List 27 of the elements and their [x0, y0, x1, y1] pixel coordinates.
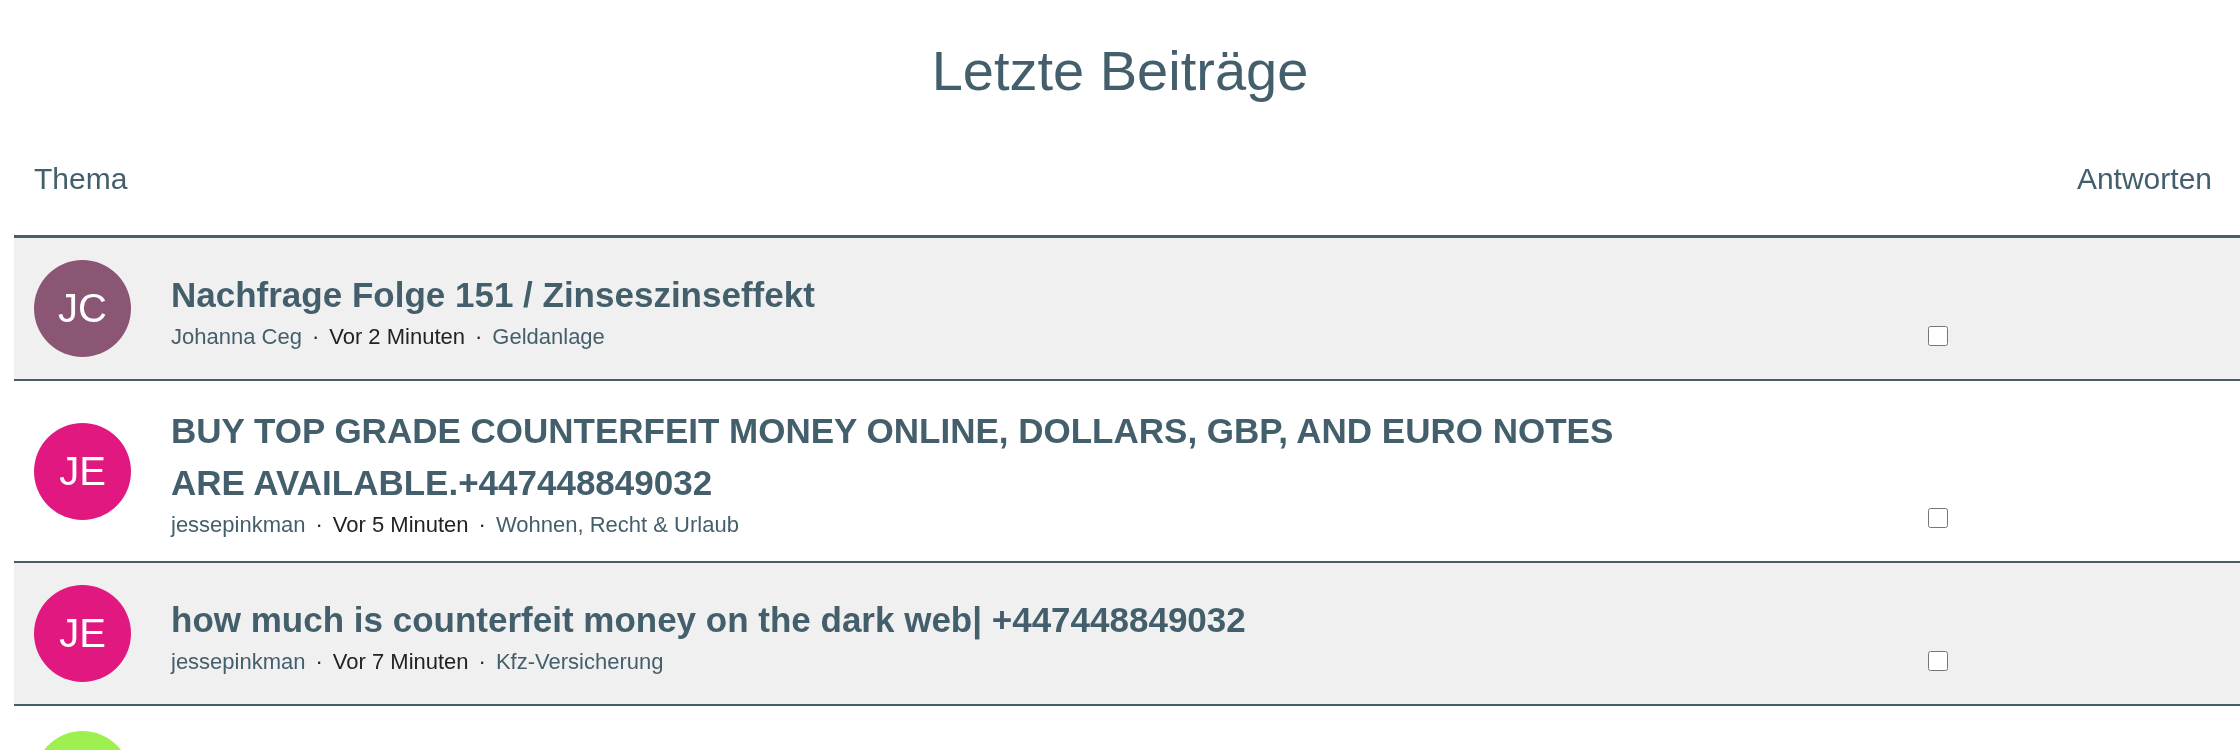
column-header: Antworten — [2076, 161, 2212, 196]
category-link[interactable]: Wohnen, Recht & Urlaub — [495, 509, 739, 541]
checkbox[interactable] — [1928, 508, 1948, 528]
author-link[interactable]: jessepinkman — [171, 645, 306, 678]
separator-dot: · — [474, 322, 483, 351]
topic-title-link[interactable]: how much is counterfeit money on the dark web| +447448849032 — [171, 593, 1691, 646]
author-link[interactable]: Johanna Ceg — [171, 320, 302, 353]
separator-dot: · — [478, 647, 486, 676]
user-avatar[interactable]: JE — [34, 422, 131, 520]
user-avatar[interactable]: JC — [34, 260, 131, 357]
topic-title-link[interactable]: Nachfrage Folge 151 / Zinseszinseffekt — [171, 268, 1691, 321]
post-time: Vor 5 Minuten — [332, 511, 469, 539]
category-link[interactable]: Kfz-Versicherung — [495, 645, 664, 678]
page-title: Letzte Beiträge — [930, 38, 1310, 104]
separator-dot: · — [311, 322, 320, 351]
separator-dot: · — [315, 647, 323, 676]
column-header: Thema — [34, 161, 128, 196]
post-time: Vor 2 Minuten — [329, 322, 465, 351]
user-avatar[interactable]: JE — [34, 585, 131, 682]
checkbox[interactable] — [1928, 326, 1948, 346]
separator-dot: · — [315, 511, 323, 539]
separator-dot: · — [478, 511, 486, 539]
checkbox[interactable] — [1928, 651, 1948, 671]
post-time: Vor 7 Minuten — [332, 647, 469, 676]
topic-title-link[interactable]: BUY TOP GRADE COUNTERFEIT MONEY ONLINE, DOLLARS, GBP, AND EURO NOTES ARE AVAILABLE.+447448849032 — [171, 405, 1691, 509]
category-link[interactable]: Geldanlage — [492, 320, 605, 353]
author-link[interactable]: jessepinkman — [171, 509, 306, 541]
